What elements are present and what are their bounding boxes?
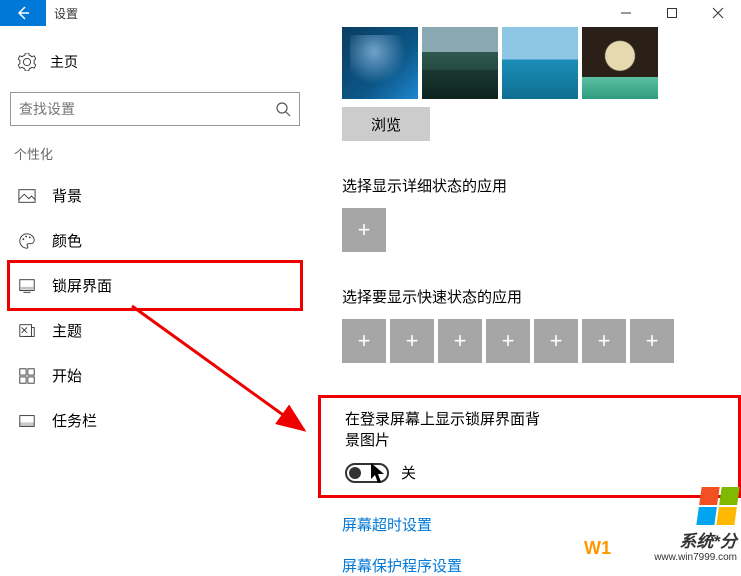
minimize-button[interactable] [603,0,649,26]
start-icon [18,367,36,385]
close-icon [712,7,724,19]
add-app-tile[interactable]: + [582,319,626,363]
search-icon [275,101,291,117]
window-title: 设置 [46,5,86,22]
add-app-tile[interactable]: + [342,208,386,252]
watermark-brand: 系统*分 [679,527,737,552]
sidebar-section-label: 个性化 [10,144,300,173]
plus-icon: + [646,328,659,354]
plus-icon: + [502,328,515,354]
thumbnail-image[interactable] [502,27,578,99]
toggle-state: 关 [401,462,416,483]
add-app-tile[interactable]: + [534,319,578,363]
add-app-tile[interactable]: + [438,319,482,363]
watermark-url: www.win7999.com [654,552,737,563]
picture-icon [18,187,36,205]
minimize-icon [620,7,632,19]
add-app-tile[interactable]: + [390,319,434,363]
gear-icon [18,53,36,71]
maximize-icon [666,7,678,19]
taskbar-icon [18,412,36,430]
sidebar-item-colors[interactable]: 颜色 [10,218,300,263]
plus-icon: + [358,217,371,243]
plus-icon: + [550,328,563,354]
back-button[interactable] [0,0,46,26]
lockscreen-icon [18,277,36,295]
add-app-tile[interactable]: + [342,319,386,363]
detail-app-heading: 选择显示详细状态的应用 [342,175,741,196]
quick-app-row: + + + + + + + [342,319,741,363]
close-button[interactable] [695,0,741,26]
sidebar-item-label: 锁屏界面 [52,275,112,296]
plus-icon: + [598,328,611,354]
sidebar-item-background[interactable]: 背景 [10,173,300,218]
toggle-switch[interactable] [345,463,389,483]
sidebar-item-taskbar[interactable]: 任务栏 [10,398,300,443]
arrow-left-icon [15,5,31,21]
thumbnail-image[interactable] [422,27,498,99]
toggle-label: 在登录屏幕上显示锁屏界面背景图片 [345,408,550,450]
sidebar-item-themes[interactable]: 主题 [10,308,300,353]
sidebar-item-lockscreen[interactable]: 锁屏界面 [10,263,300,308]
watermark-stub: W1 [584,538,611,559]
add-app-tile[interactable]: + [486,319,530,363]
detail-app-row: + [342,208,741,252]
maximize-button[interactable] [649,0,695,26]
sidebar-item-label: 主题 [52,320,82,341]
add-app-tile[interactable]: + [630,319,674,363]
watermark-logo-icon [696,487,739,525]
main-panel: 浏览 选择显示详细状态的应用 + 选择要显示快速状态的应用 + + + + + … [310,26,741,565]
thumbnail-row [342,27,741,99]
sidebar-item-label: 任务栏 [52,410,97,431]
quick-app-heading: 选择要显示快速状态的应用 [342,286,741,307]
browse-button[interactable]: 浏览 [342,107,430,141]
thumbnail-image[interactable] [582,27,658,99]
sidebar: 主页 个性化 背景 颜色 锁屏界面 主题 开始 [0,26,310,565]
titlebar: 设置 [0,0,741,26]
plus-icon: + [454,328,467,354]
sidebar-home[interactable]: 主页 [10,42,300,82]
sidebar-item-label: 颜色 [52,230,82,251]
sidebar-item-start[interactable]: 开始 [10,353,300,398]
palette-icon [18,232,36,250]
sidebar-item-label: 开始 [52,365,82,386]
thumbnail-image[interactable] [342,27,418,99]
search-input[interactable] [19,101,275,117]
plus-icon: + [406,328,419,354]
theme-icon [18,322,36,340]
toggle-highlight: 在登录屏幕上显示锁屏界面背景图片 关 [318,395,741,498]
plus-icon: + [358,328,371,354]
sidebar-home-label: 主页 [50,52,78,72]
watermark: 系统*分 www.win7999.com [654,487,737,563]
search-box[interactable] [10,92,300,126]
sidebar-item-label: 背景 [52,185,82,206]
